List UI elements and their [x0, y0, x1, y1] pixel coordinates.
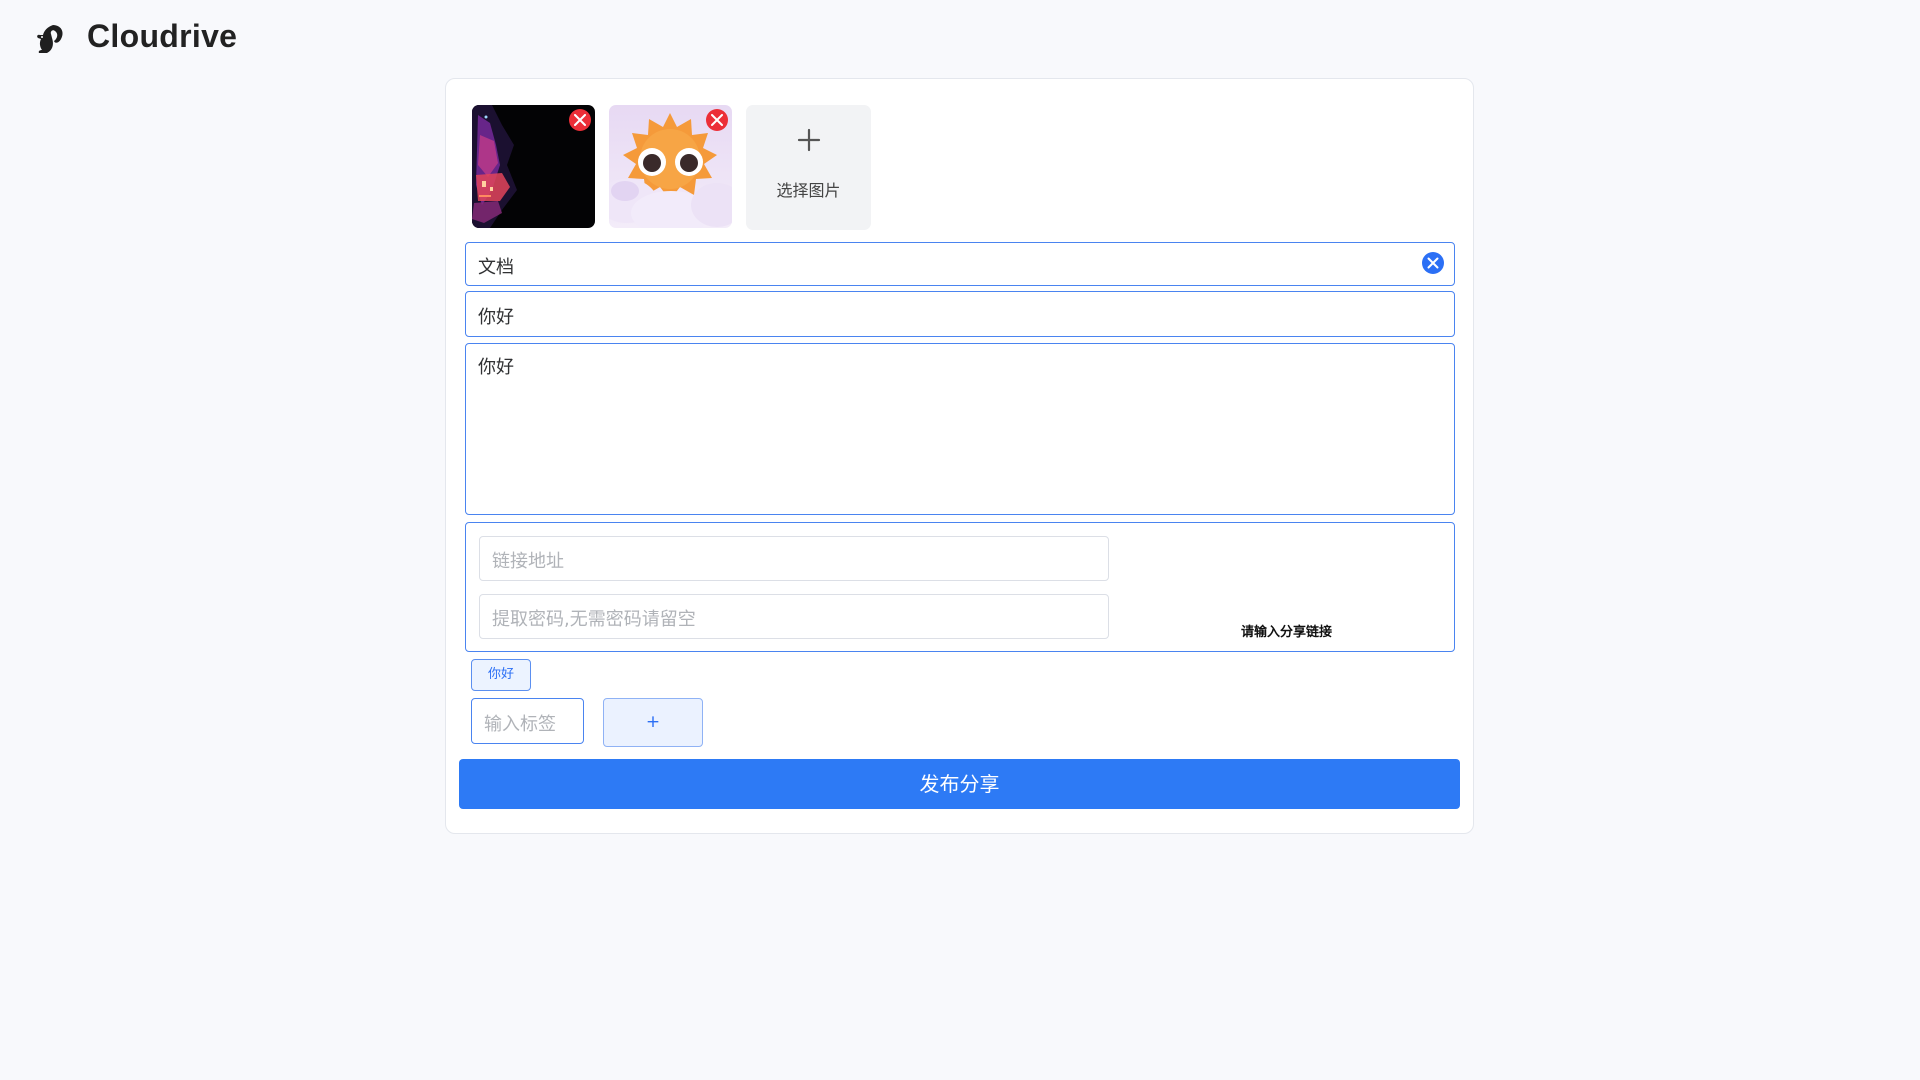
- title-input[interactable]: 你好: [465, 291, 1455, 337]
- title-value: 你好: [478, 307, 514, 328]
- close-icon: [574, 114, 586, 126]
- share-form-card: 选择图片 文档 你好 你好 链接地址 提取密码,无需密码请留空 请输入分享链接 …: [445, 78, 1474, 834]
- remove-image-button[interactable]: [706, 109, 728, 131]
- extract-password-placeholder: 提取密码,无需密码请留空: [492, 609, 696, 630]
- tag-input-placeholder: 输入标签: [484, 714, 556, 735]
- image-thumbnail[interactable]: [472, 105, 595, 228]
- tag-chip[interactable]: 你好: [471, 659, 531, 691]
- close-icon: [711, 114, 723, 126]
- select-image-button[interactable]: 选择图片: [746, 105, 871, 230]
- squirrel-icon: [33, 22, 67, 56]
- add-tag-button[interactable]: +: [603, 698, 703, 747]
- app-header: Cloudrive: [0, 0, 1920, 80]
- app-title[interactable]: Cloudrive: [87, 18, 237, 55]
- extract-password-input[interactable]: 提取密码,无需密码请留空: [479, 594, 1109, 639]
- link-url-placeholder: 链接地址: [492, 551, 564, 572]
- clear-icon[interactable]: [1422, 252, 1444, 274]
- publish-button[interactable]: 发布分享: [459, 759, 1460, 809]
- remove-image-button[interactable]: [569, 109, 591, 131]
- category-select[interactable]: 文档: [465, 242, 1455, 286]
- select-image-label: 选择图片: [776, 181, 841, 200]
- image-thumbnail[interactable]: [609, 105, 732, 228]
- description-value: 你好: [478, 357, 514, 378]
- description-textarea[interactable]: 你好: [465, 343, 1455, 515]
- link-url-input[interactable]: 链接地址: [479, 536, 1109, 581]
- link-hint: 请输入分享链接: [1241, 625, 1333, 640]
- share-link-section: 链接地址 提取密码,无需密码请留空 请输入分享链接: [465, 522, 1455, 652]
- category-value: 文档: [478, 257, 514, 278]
- tag-input[interactable]: 输入标签: [471, 698, 584, 744]
- plus-icon: [746, 127, 871, 157]
